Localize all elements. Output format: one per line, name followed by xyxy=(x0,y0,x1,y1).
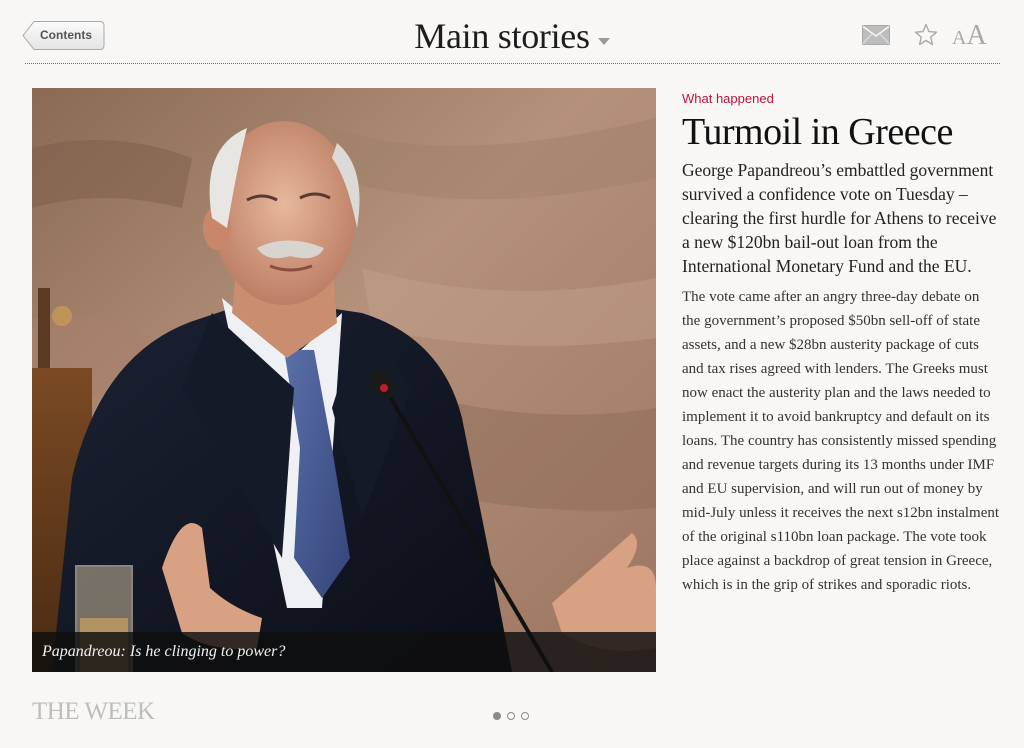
page-dot-3[interactable] xyxy=(521,712,529,720)
page-dot-2[interactable] xyxy=(507,712,515,720)
page-indicator[interactable] xyxy=(493,707,535,720)
photo-caption-bar: Papandreou: Is he clinging to power? xyxy=(32,632,656,672)
article: What happened Turmoil in Greece George P… xyxy=(682,90,1000,597)
text-size-small-glyph: A xyxy=(952,27,967,49)
papandreou-photo xyxy=(32,88,656,672)
page-title: Main stories xyxy=(414,16,590,56)
story-photo[interactable]: Papandreou: Is he clinging to power? xyxy=(32,88,656,672)
photo-caption: Papandreou: Is he clinging to power? xyxy=(42,643,286,660)
header-divider xyxy=(25,63,1000,64)
article-standfirst: George Papandreou’s embattled government… xyxy=(682,160,997,276)
article-headline: Turmoil in Greece xyxy=(682,111,953,153)
article-kicker: What happened xyxy=(682,91,774,106)
mail-icon[interactable] xyxy=(862,25,890,50)
star-icon[interactable] xyxy=(914,23,938,52)
chevron-down-icon xyxy=(597,37,610,45)
brand-logo: THE WEEK xyxy=(32,698,155,725)
text-size-big-glyph: A xyxy=(966,20,987,51)
page-dot-1[interactable] xyxy=(493,712,501,720)
article-body: The vote came after an angry three-day d… xyxy=(682,289,1000,593)
text-size-icon[interactable]: AA xyxy=(952,20,987,52)
